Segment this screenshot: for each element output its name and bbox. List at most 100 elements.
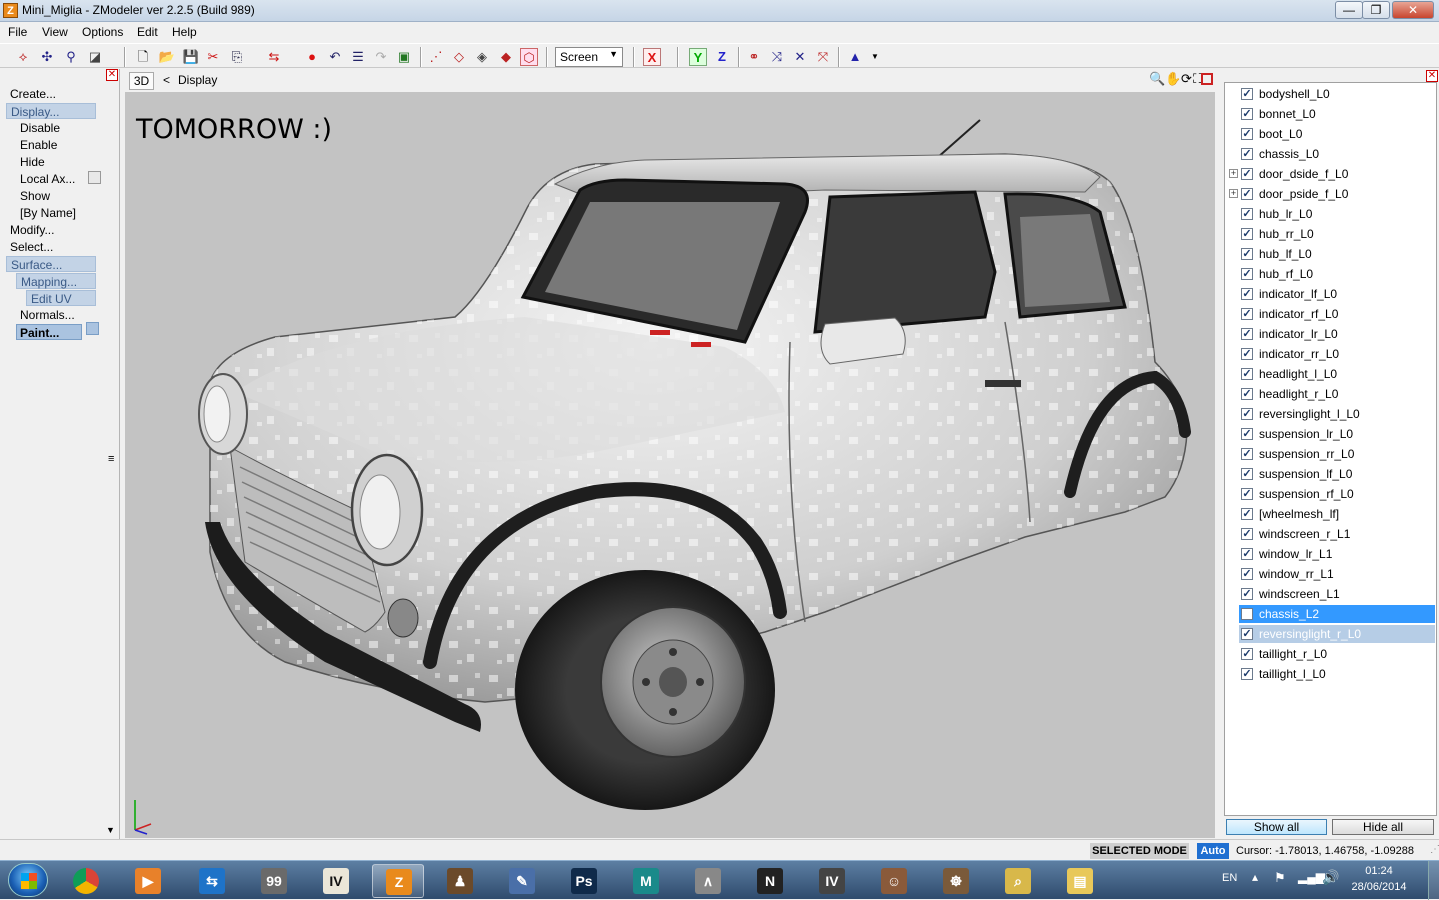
command-item[interactable]: Edit UV <box>26 290 96 306</box>
expand-node-icon[interactable]: + <box>1229 189 1238 198</box>
object-list-item[interactable]: ✓ bonnet_L0 <box>1239 105 1435 123</box>
command-item[interactable]: Local Ax... <box>20 171 75 187</box>
auto-snap-toggle[interactable]: Auto <box>1197 843 1229 859</box>
object-list-item[interactable]: ✓ indicator_lf_L0 <box>1239 285 1435 303</box>
command-item[interactable]: [By Name] <box>20 205 76 221</box>
taskbar-app[interactable]: ♟ <box>434 864 486 898</box>
visibility-checkbox[interactable]: ✓ <box>1241 548 1253 560</box>
visibility-checkbox[interactable]: ✓ <box>1241 328 1253 340</box>
visibility-checkbox[interactable]: ✓ <box>1241 568 1253 580</box>
visibility-checkbox[interactable] <box>1241 608 1253 620</box>
walk-icon[interactable]: ⚲ <box>62 48 80 66</box>
network-signal-icon[interactable]: ▂▄▆ <box>1298 870 1325 884</box>
taskbar-app[interactable]: ⌕ <box>992 864 1044 898</box>
object-list-item[interactable]: ✓ hub_lf_L0 <box>1239 245 1435 263</box>
visibility-checkbox[interactable]: ✓ <box>1241 268 1253 280</box>
render-icon[interactable]: ▣ <box>395 48 413 66</box>
object-list-item[interactable]: ✓ reversinglight_l_L0 <box>1239 405 1435 423</box>
visibility-checkbox[interactable]: ✓ <box>1241 408 1253 420</box>
visibility-checkbox[interactable]: ✓ <box>1241 368 1253 380</box>
paint-options-box[interactable] <box>86 322 99 335</box>
scroll-down-icon[interactable]: ▼ <box>106 825 115 835</box>
taskbar-app[interactable]: ▶ <box>122 864 174 898</box>
chevron-down-icon[interactable]: ▼ <box>866 48 884 66</box>
selection-mode-icon[interactable]: ⬡ <box>520 48 538 66</box>
axis-rotate-icon[interactable]: ✕ <box>791 48 809 66</box>
object-list-item[interactable]: ✓ suspension_rr_L0 <box>1239 445 1435 463</box>
visibility-checkbox[interactable]: ✓ <box>1241 468 1253 480</box>
taskbar-app[interactable] <box>60 864 112 898</box>
clock-date[interactable]: 28/06/2014 <box>1351 881 1407 893</box>
object-list-item[interactable]: ✓ suspension_rf_L0 <box>1239 485 1435 503</box>
visibility-checkbox[interactable]: ✓ <box>1241 148 1253 160</box>
command-item[interactable]: Normals... <box>20 307 75 323</box>
object-list-item[interactable]: ✓ taillight_r_L0 <box>1239 645 1435 663</box>
close-panel-icon[interactable]: ✕ <box>1426 70 1438 82</box>
taskbar-app[interactable]: ☺ <box>868 864 920 898</box>
axis-move-icon[interactable]: ⤨ <box>768 48 786 66</box>
visibility-checkbox[interactable]: ✓ <box>1241 308 1253 320</box>
tray-chevron-icon[interactable]: ▴ <box>1252 870 1258 884</box>
vertex-mode-icon[interactable]: ⋰ <box>427 48 445 66</box>
properties-icon[interactable]: ☰ <box>349 48 367 66</box>
box-mode-icon[interactable]: ◆ <box>497 48 515 66</box>
coord-space-select[interactable]: Screen ▼ <box>555 47 623 67</box>
taskbar-app[interactable]: 99 <box>248 864 300 898</box>
volume-icon[interactable]: 🔊 <box>1322 869 1339 886</box>
object-list-item[interactable]: ✓ door_pside_f_L0 <box>1239 185 1435 203</box>
visibility-checkbox[interactable]: ✓ <box>1241 588 1253 600</box>
command-item[interactable]: Disable <box>20 120 60 136</box>
record-icon[interactable]: ● <box>303 48 321 66</box>
taskbar-app[interactable]: M <box>620 864 672 898</box>
start-button[interactable] <box>8 863 48 897</box>
clock-time[interactable]: 01:24 <box>1357 865 1401 877</box>
new-file-icon[interactable]: 🗋 <box>134 48 152 66</box>
visibility-checkbox[interactable]: ✓ <box>1241 488 1253 500</box>
command-item[interactable]: Hide <box>20 154 45 170</box>
visibility-checkbox[interactable]: ✓ <box>1241 448 1253 460</box>
taskbar-app[interactable]: ☸ <box>930 864 982 898</box>
action-center-flag-icon[interactable]: ⚑ <box>1274 870 1286 886</box>
taskbar-app[interactable]: Ps <box>558 864 610 898</box>
taskbar-app[interactable]: ∧ <box>682 864 734 898</box>
triangle-icon[interactable]: ▲ <box>846 48 864 66</box>
zoom-icon[interactable]: 🔍 <box>1149 71 1165 87</box>
object-list-item[interactable]: ✓ suspension_lf_L0 <box>1239 465 1435 483</box>
menu-edit[interactable]: Edit <box>137 25 158 39</box>
local-axes-options-box[interactable] <box>88 171 101 184</box>
hide-all-button[interactable]: Hide all <box>1332 819 1434 835</box>
import-icon[interactable]: ⎘ <box>228 48 246 66</box>
maximize-button[interactable]: ❐ <box>1362 1 1390 19</box>
menu-options[interactable]: Options <box>82 25 123 39</box>
menu-view[interactable]: View <box>42 25 68 39</box>
object-list-item[interactable]: ✓ indicator_rf_L0 <box>1239 305 1435 323</box>
select-move-icon[interactable]: ✣ <box>38 48 56 66</box>
object-list-item[interactable]: ✓ hub_lr_L0 <box>1239 205 1435 223</box>
object-list-item[interactable]: ✓ suspension_lr_L0 <box>1239 425 1435 443</box>
object-list-item[interactable]: ✓ windscreen_r_L1 <box>1239 525 1435 543</box>
back-button[interactable]: < <box>163 73 170 87</box>
command-item[interactable]: Show <box>20 188 50 204</box>
object-list-item[interactable]: ✓ door_dside_f_L0 <box>1239 165 1435 183</box>
object-list-item[interactable]: ✓ window_lr_L1 <box>1239 545 1435 563</box>
object-list-item[interactable]: ✓ chassis_L0 <box>1239 145 1435 163</box>
viewport-close-icon[interactable] <box>1201 73 1213 85</box>
object-mode-icon[interactable]: ◈ <box>473 48 491 66</box>
visibility-checkbox[interactable]: ✓ <box>1241 128 1253 140</box>
taskbar-app[interactable]: Z <box>372 864 424 898</box>
object-list-item[interactable]: ✓ window_rr_L1 <box>1239 565 1435 583</box>
object-list-item[interactable]: ✓ [wheelmesh_lf] <box>1239 505 1435 523</box>
command-item[interactable]: Paint... <box>16 324 82 340</box>
visibility-checkbox[interactable]: ✓ <box>1241 528 1253 540</box>
object-list-item[interactable]: ✓ headlight_r_L0 <box>1239 385 1435 403</box>
face-mode-icon[interactable]: ◇ <box>450 48 468 66</box>
show-all-button[interactable]: Show all <box>1226 819 1327 835</box>
visibility-checkbox[interactable]: ✓ <box>1241 508 1253 520</box>
pan-icon[interactable]: ✋ <box>1165 71 1181 87</box>
object-list-item[interactable]: ✓ hub_rf_L0 <box>1239 265 1435 283</box>
undo-icon[interactable]: ↶ <box>326 48 344 66</box>
axis-z-toggle[interactable]: Z <box>713 48 731 66</box>
select-vertex-icon[interactable]: ⟡ <box>14 48 32 66</box>
open-file-icon[interactable]: 📂 <box>158 48 176 66</box>
expand-node-icon[interactable]: + <box>1229 169 1238 178</box>
